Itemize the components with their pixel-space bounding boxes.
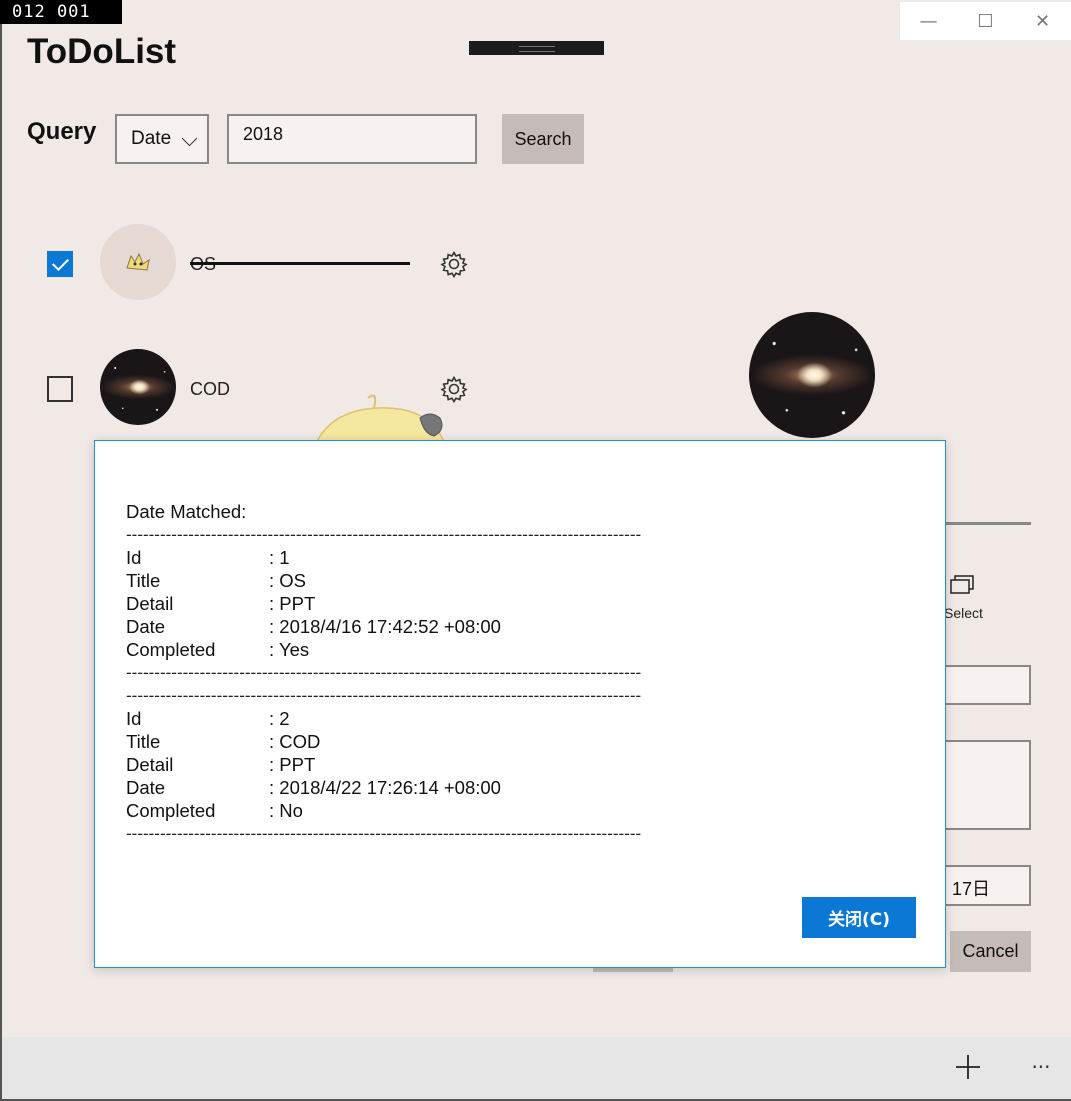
result-record: Id : 1 Title : OS Detail : PPT Date : 20… xyxy=(126,546,766,661)
close-window-button[interactable]: ✕ xyxy=(1014,2,1071,40)
separator: ----------------------------------------… xyxy=(126,824,642,843)
record-field: Date : 2018/4/22 17:26:14 +08:00 xyxy=(126,777,501,798)
more-options-icon[interactable]: ··· xyxy=(1026,1052,1056,1082)
record-field: Title : COD xyxy=(126,731,321,752)
avatar xyxy=(100,349,176,425)
completed-strike-line xyxy=(190,262,410,265)
select-image-label[interactable]: Select xyxy=(944,605,983,621)
page-title: ToDoList xyxy=(27,32,177,71)
separator: ----------------------------------------… xyxy=(126,525,642,544)
detail-field[interactable] xyxy=(944,740,1031,830)
divider xyxy=(946,522,1031,525)
cat-icon xyxy=(126,252,150,271)
record-field: Completed : Yes xyxy=(126,639,310,660)
date-picker[interactable]: 17日 xyxy=(944,865,1031,906)
minimize-button[interactable]: — xyxy=(900,2,957,40)
record-field: Completed : No xyxy=(126,800,303,821)
todo-checkbox-os[interactable] xyxy=(47,251,73,277)
gear-icon[interactable] xyxy=(440,250,468,278)
selected-item-image xyxy=(749,312,875,438)
record-field: Date : 2018/4/16 17:42:52 +08:00 xyxy=(126,616,501,637)
dialog-heading: Date Matched: xyxy=(126,501,247,522)
frame-rate-counter: 012 001 xyxy=(0,0,122,24)
result-record: Id : 2 Title : COD Detail : PPT Date : 2… xyxy=(126,707,766,822)
cancel-button[interactable]: Cancel xyxy=(950,931,1031,972)
query-field-selected: Date xyxy=(131,128,172,149)
separator: ----------------------------------------… xyxy=(126,686,642,705)
title-field[interactable] xyxy=(944,665,1031,705)
window-caption-buttons: — ☐ ✕ xyxy=(900,2,1071,40)
title-bar-drag-handle[interactable] xyxy=(469,41,604,55)
chevron-down-icon xyxy=(181,130,198,147)
separator: ----------------------------------------… xyxy=(126,663,642,682)
record-field: Id : 2 xyxy=(126,708,290,729)
dialog-message: Date Matched: --------------------------… xyxy=(126,500,766,845)
add-icon[interactable] xyxy=(954,1053,982,1081)
record-field: Detail : PPT xyxy=(126,593,316,614)
avatar xyxy=(100,224,176,300)
query-field-dropdown[interactable]: Date xyxy=(115,114,209,164)
select-image-icon[interactable] xyxy=(950,575,974,595)
todo-checkbox-cod[interactable] xyxy=(47,376,73,402)
record-field: Id : 1 xyxy=(126,547,290,568)
todo-title-cod: COD xyxy=(190,379,230,399)
search-input[interactable]: 2018 xyxy=(227,114,477,164)
maximize-button[interactable]: ☐ xyxy=(957,2,1014,40)
query-label: Query xyxy=(27,118,97,145)
search-button[interactable]: Search xyxy=(502,114,584,164)
search-results-dialog: Date Matched: --------------------------… xyxy=(94,440,946,968)
record-field: Title : OS xyxy=(126,570,307,591)
command-bar xyxy=(2,1037,1071,1099)
record-field: Detail : PPT xyxy=(126,754,316,775)
dialog-close-button[interactable]: 关闭(C) xyxy=(802,897,916,938)
